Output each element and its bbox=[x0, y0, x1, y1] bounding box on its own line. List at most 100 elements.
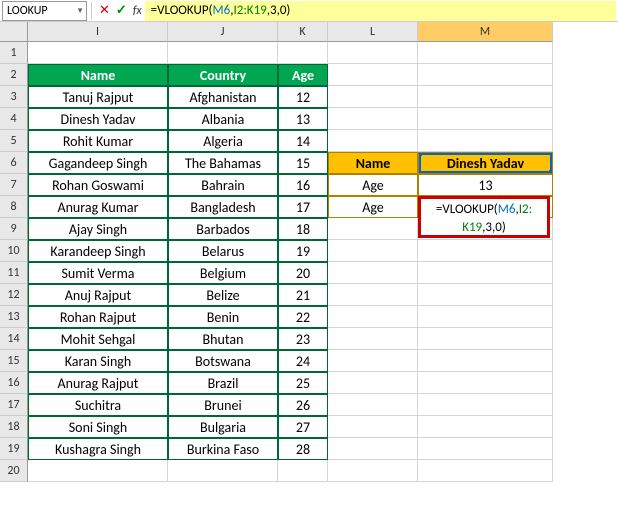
cell-name[interactable]: Ajay Singh bbox=[28, 218, 168, 240]
cell-age[interactable]: 27 bbox=[278, 416, 328, 438]
cell-age[interactable]: 16 bbox=[278, 174, 328, 196]
cell[interactable] bbox=[418, 42, 553, 64]
cell-country[interactable]: Algeria bbox=[168, 130, 278, 152]
select-all-corner[interactable] bbox=[0, 22, 28, 42]
cell-name[interactable]: Rohan Rajput bbox=[28, 306, 168, 328]
cell[interactable] bbox=[418, 284, 553, 306]
lookup-value-cell[interactable]: Dinesh Yadav bbox=[418, 152, 553, 174]
cell-name[interactable]: Mohit Sehgal bbox=[28, 328, 168, 350]
cell-name[interactable]: Kushagra Singh bbox=[28, 438, 168, 460]
cell[interactable] bbox=[328, 438, 418, 460]
row-header[interactable]: 10 bbox=[0, 240, 28, 262]
side-result[interactable]: 13 bbox=[418, 174, 553, 196]
cell-age[interactable]: 21 bbox=[278, 284, 328, 306]
row-header[interactable]: 12 bbox=[0, 284, 28, 306]
row-header[interactable]: 20 bbox=[0, 460, 28, 482]
cell-name[interactable]: Dinesh Yadav bbox=[28, 108, 168, 130]
cell-age[interactable]: 20 bbox=[278, 262, 328, 284]
side-label-age[interactable]: Age bbox=[328, 196, 418, 218]
name-box[interactable]: LOOKUP ▼ bbox=[2, 1, 87, 21]
dropdown-icon[interactable]: ▼ bbox=[76, 6, 84, 16]
cell[interactable] bbox=[328, 394, 418, 416]
cell[interactable] bbox=[418, 460, 553, 482]
cell[interactable] bbox=[328, 42, 418, 64]
cell[interactable] bbox=[328, 262, 418, 284]
cell[interactable] bbox=[168, 42, 278, 64]
cell-name[interactable]: Karan Singh bbox=[28, 350, 168, 372]
cell-country[interactable]: Bahrain bbox=[168, 174, 278, 196]
row-header[interactable]: 6 bbox=[0, 152, 28, 174]
cell[interactable] bbox=[328, 306, 418, 328]
row-header[interactable]: 3 bbox=[0, 86, 28, 108]
cell[interactable] bbox=[328, 416, 418, 438]
cell-name[interactable]: Suchitra bbox=[28, 394, 168, 416]
cell[interactable] bbox=[328, 86, 418, 108]
cell-age[interactable]: 13 bbox=[278, 108, 328, 130]
cell-age[interactable]: 22 bbox=[278, 306, 328, 328]
row-header[interactable]: 18 bbox=[0, 416, 28, 438]
cell[interactable] bbox=[418, 394, 553, 416]
cell-country[interactable]: Afghanistan bbox=[168, 86, 278, 108]
cell[interactable] bbox=[418, 108, 553, 130]
cell-country[interactable]: Burkina Faso bbox=[168, 438, 278, 460]
cell-age[interactable]: 15 bbox=[278, 152, 328, 174]
cell[interactable] bbox=[28, 42, 168, 64]
cell-country[interactable]: Barbados bbox=[168, 218, 278, 240]
cell-name[interactable]: Rohit Kumar bbox=[28, 130, 168, 152]
cell-age[interactable]: 23 bbox=[278, 328, 328, 350]
row-header[interactable]: 7 bbox=[0, 174, 28, 196]
cell-name[interactable]: Sumit Verma bbox=[28, 262, 168, 284]
cell-name[interactable]: Karandeep Singh bbox=[28, 240, 168, 262]
cell[interactable] bbox=[328, 108, 418, 130]
cell[interactable] bbox=[418, 240, 553, 262]
cell-name[interactable]: Gagandeep Singh bbox=[28, 152, 168, 174]
cell[interactable] bbox=[328, 350, 418, 372]
cell[interactable] bbox=[418, 86, 553, 108]
row-header[interactable]: 5 bbox=[0, 130, 28, 152]
cell-age[interactable]: 14 bbox=[278, 130, 328, 152]
table-header-age[interactable]: Age bbox=[278, 64, 328, 86]
cell[interactable] bbox=[418, 64, 553, 86]
cell[interactable] bbox=[328, 64, 418, 86]
cell-country[interactable]: Bulgaria bbox=[168, 416, 278, 438]
cell[interactable] bbox=[418, 350, 553, 372]
col-header-K[interactable]: K bbox=[278, 22, 328, 42]
side-label-age[interactable]: Age bbox=[328, 174, 418, 196]
cell-age[interactable]: 28 bbox=[278, 438, 328, 460]
cell-country[interactable]: Bhutan bbox=[168, 328, 278, 350]
cell-country[interactable]: Belgium bbox=[168, 262, 278, 284]
cell-name[interactable]: Rohan Goswami bbox=[28, 174, 168, 196]
table-header-country[interactable]: Country bbox=[168, 64, 278, 86]
cell-country[interactable]: Belize bbox=[168, 284, 278, 306]
cell[interactable] bbox=[418, 130, 553, 152]
cell-age[interactable]: 24 bbox=[278, 350, 328, 372]
row-header[interactable]: 19 bbox=[0, 438, 28, 460]
cell-name[interactable]: Anuj Rajput bbox=[28, 284, 168, 306]
row-header[interactable]: 8 bbox=[0, 196, 28, 218]
cell-name[interactable]: Soni Singh bbox=[28, 416, 168, 438]
cell-country[interactable]: Albania bbox=[168, 108, 278, 130]
row-header[interactable]: 14 bbox=[0, 328, 28, 350]
cell-country[interactable]: Bangladesh bbox=[168, 196, 278, 218]
row-header[interactable]: 1 bbox=[0, 42, 28, 64]
cancel-icon[interactable]: ✕ bbox=[96, 3, 113, 18]
cell-country[interactable]: Benin bbox=[168, 306, 278, 328]
col-header-L[interactable]: L bbox=[328, 22, 418, 42]
cell[interactable] bbox=[418, 438, 553, 460]
accept-icon[interactable]: ✓ bbox=[113, 3, 130, 18]
cell[interactable] bbox=[328, 218, 418, 240]
cell[interactable] bbox=[278, 460, 328, 482]
formula-editing-overlay[interactable]: =VLOOKUP(M6,I2:K19,3,0) bbox=[418, 196, 550, 238]
side-header-name[interactable]: Name bbox=[328, 152, 418, 174]
row-header[interactable]: 9 bbox=[0, 218, 28, 240]
cell-country[interactable]: Brunei bbox=[168, 394, 278, 416]
row-header[interactable]: 13 bbox=[0, 306, 28, 328]
cell-country[interactable]: The Bahamas bbox=[168, 152, 278, 174]
cell[interactable] bbox=[168, 460, 278, 482]
cell-age[interactable]: 19 bbox=[278, 240, 328, 262]
col-header-I[interactable]: I bbox=[28, 22, 168, 42]
cell[interactable] bbox=[328, 284, 418, 306]
col-header-J[interactable]: J bbox=[168, 22, 278, 42]
fx-icon[interactable]: fx bbox=[130, 4, 145, 18]
cell[interactable] bbox=[418, 328, 553, 350]
